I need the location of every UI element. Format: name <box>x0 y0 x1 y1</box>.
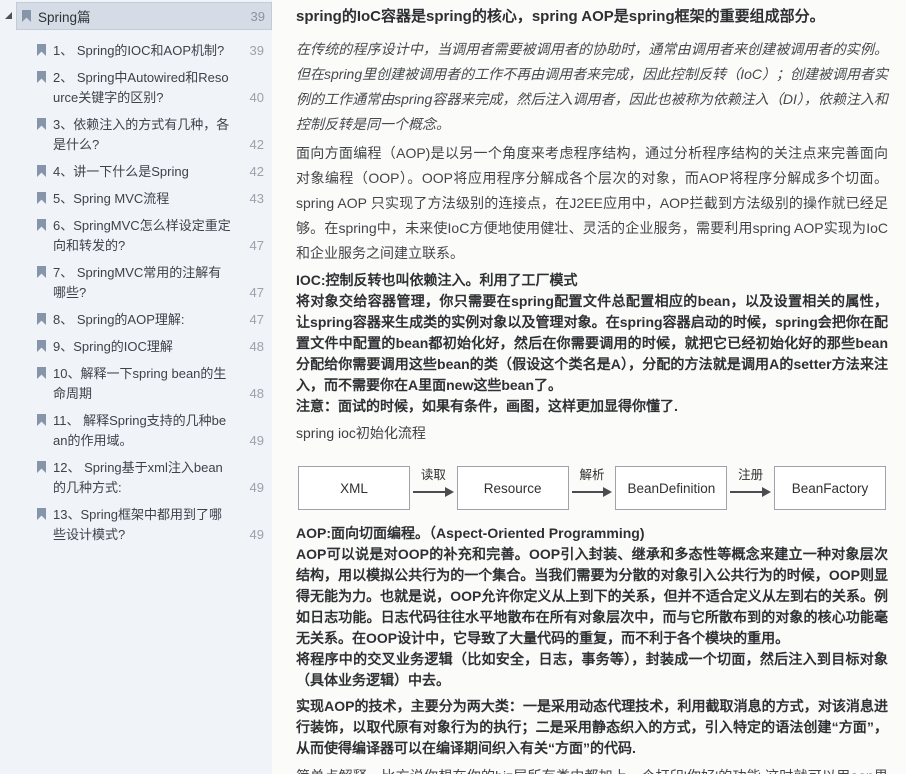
toc-item-label: 9、Spring的IOC理解 <box>53 337 238 357</box>
ioc-section-title: IOC:控制反转也叫依赖注入。利用了工厂模式 <box>296 270 888 291</box>
intro-paragraph: 在传统的程序设计中，当调用者需要被调用者的协助时，通常由调用者来创建被调用者的实… <box>296 37 888 137</box>
toc-item-page: 49 <box>238 431 264 451</box>
toc-item-page: 47 <box>238 310 264 330</box>
toc-root-page: 39 <box>251 9 265 24</box>
toc-item-page: 48 <box>238 337 264 357</box>
arrow-right-icon <box>413 487 454 497</box>
document-page: spring的IoC容器是spring的核心，spring AOP是spring… <box>272 0 906 774</box>
flow-node-beanfactory: BeanFactory <box>774 466 886 510</box>
toc-item-label: 1、 Spring的IOC和AOP机制? <box>53 41 238 61</box>
toc-item-page: 47 <box>238 236 264 256</box>
arrow-right-icon <box>572 487 613 497</box>
bookmark-icon <box>37 165 46 177</box>
toc-item-7[interactable]: 7、 SpringMVC常用的注解有哪些? 47 <box>0 263 272 303</box>
toc-item-5[interactable]: 5、Spring MVC流程 43 <box>0 189 272 209</box>
bookmark-icon <box>37 44 46 56</box>
bookmark-icon <box>37 266 46 278</box>
aop-section-body2: 将程序中的交叉业务逻辑（比如安全，日志，事务等），封装成一个切面，然后注入到目标… <box>296 649 888 691</box>
simple-explain-paragraph: 简单点解释，比方说你想在你的biz层所有类中都加上一个打印'你好'的功能,这时就… <box>296 764 888 774</box>
toc-item-label: 4、讲一下什么是Spring <box>53 162 238 182</box>
toc-item-label: 11、 解释Spring支持的几种bean的作用域。 <box>53 411 238 451</box>
toc-item-11[interactable]: 11、 解释Spring支持的几种bean的作用域。 49 <box>0 411 272 451</box>
toc-item-page: 47 <box>238 283 264 303</box>
flow-arrow-read: 读取 <box>410 452 457 510</box>
toc-item-9[interactable]: 9、Spring的IOC理解 48 <box>0 337 272 357</box>
bookmark-icon <box>37 313 46 325</box>
toc-item-10[interactable]: 10、解释一下spring bean的生命周期 48 <box>0 364 272 404</box>
toc-item-13[interactable]: 13、Spring框架中都用到了哪些设计模式? 49 <box>0 505 272 545</box>
flow-node-resource: Resource <box>457 466 569 510</box>
toc-item-label: 12、 Spring基于xml注入bean的几种方式: <box>53 458 238 498</box>
bookmark-icon <box>37 367 46 379</box>
aop-section-body: AOP可以说是对OOP的补充和完善。OOP引入封装、继承和多态性等概念来建立一种… <box>296 544 888 649</box>
flow-edge-label: 读取 <box>421 464 446 483</box>
toc-item-page: 43 <box>238 189 264 209</box>
toc-item-2[interactable]: 2、 Spring中Autowired和Resource关键字的区别? 40 <box>0 68 272 108</box>
toc-item-4[interactable]: 4、讲一下什么是Spring 42 <box>0 162 272 182</box>
bookmark-icon <box>37 71 46 83</box>
toc-item-label: 8、 Spring的AOP理解: <box>53 310 238 330</box>
toc-item-label: 10、解释一下spring bean的生命周期 <box>53 364 238 404</box>
bookmark-icon <box>37 219 46 231</box>
bookmark-icon <box>37 414 46 426</box>
toc-item-page: 39 <box>238 41 264 61</box>
aop-section-title: AOP:面向切面编程。（Aspect-Oriented Programming) <box>296 523 888 544</box>
toc-item-label: 2、 Spring中Autowired和Resource关键字的区别? <box>53 68 238 108</box>
aop-section: AOP:面向切面编程。（Aspect-Oriented Programming)… <box>296 523 888 691</box>
toc-item-3[interactable]: 3、依赖注入的方式有几种，各是什么? 42 <box>0 115 272 155</box>
flow-node-xml: XML <box>298 466 410 510</box>
toc-item-label: 13、Spring框架中都用到了哪些设计模式? <box>53 505 238 545</box>
bookmark-icon <box>37 118 46 130</box>
toc-item-page: 49 <box>238 478 264 498</box>
toc-item-label: 5、Spring MVC流程 <box>53 189 238 209</box>
aop-impl-paragraph: 实现AOP的技术，主要分为两大类：一是采用动态代理技术，利用截取消息的方式，对该… <box>296 696 888 759</box>
toc-root-selected[interactable]: Spring篇 39 <box>16 2 272 30</box>
toc-root-label: Spring篇 <box>38 6 251 26</box>
flow-node-beandefinition: BeanDefinition <box>615 466 727 510</box>
ioc-flow-diagram: XML 读取 Resource 解析 BeanDefinition 注册 Bea… <box>298 452 886 510</box>
toc-item-page: 42 <box>238 135 264 155</box>
flow-caption: spring ioc初始化流程 <box>296 422 888 444</box>
toc-item-label: 7、 SpringMVC常用的注解有哪些? <box>53 263 238 303</box>
toc-item-label: 3、依赖注入的方式有几种，各是什么? <box>53 115 238 155</box>
bookmark-icon <box>37 340 46 352</box>
doc-heading: spring的IoC容器是spring的核心，spring AOP是spring… <box>296 6 888 28</box>
bookmark-icon <box>37 192 46 204</box>
bookmarks-panel: Spring篇 39 1、 Spring的IOC和AOP机制? 39 2、 Sp… <box>0 0 272 774</box>
ioc-section: IOC:控制反转也叫依赖注入。利用了工厂模式 将对象交给容器管理，你只需要在sp… <box>296 270 888 417</box>
toc-item-page: 42 <box>238 162 264 182</box>
ioc-section-body: 将对象交给容器管理，你只需要在spring配置文件总配置相应的bean，以及设置… <box>296 291 888 396</box>
arrow-right-icon <box>730 487 771 497</box>
bookmark-icon <box>22 10 31 22</box>
toc-item-page: 40 <box>238 88 264 108</box>
toc-item-label: 6、SpringMVC怎么样设定重定向和转发的? <box>53 216 238 256</box>
toc-root-row[interactable]: Spring篇 39 <box>0 2 272 30</box>
bookmark-icon <box>37 461 46 473</box>
ioc-section-note: 注意：面试的时候，如果有条件，画图，这样更加显得你懂了. <box>296 396 888 417</box>
flow-arrow-register: 注册 <box>727 452 774 510</box>
flow-edge-label: 解析 <box>580 464 605 483</box>
toc-item-page: 48 <box>238 384 264 404</box>
toc-item-1[interactable]: 1、 Spring的IOC和AOP机制? 39 <box>0 41 272 61</box>
flow-arrow-parse: 解析 <box>569 452 616 510</box>
toc-item-6[interactable]: 6、SpringMVC怎么样设定重定向和转发的? 47 <box>0 216 272 256</box>
toc-item-12[interactable]: 12、 Spring基于xml注入bean的几种方式: 49 <box>0 458 272 498</box>
flow-edge-label: 注册 <box>738 464 763 483</box>
bookmark-icon <box>37 508 46 520</box>
aop-intro-paragraph: 面向方面编程（AOP)是以另一个角度来考虑程序结构，通过分析程序结构的关注点来完… <box>296 141 888 266</box>
expand-triangle-icon[interactable] <box>5 12 12 19</box>
toc-item-page: 49 <box>238 525 264 545</box>
toc-item-8[interactable]: 8、 Spring的AOP理解: 47 <box>0 310 272 330</box>
